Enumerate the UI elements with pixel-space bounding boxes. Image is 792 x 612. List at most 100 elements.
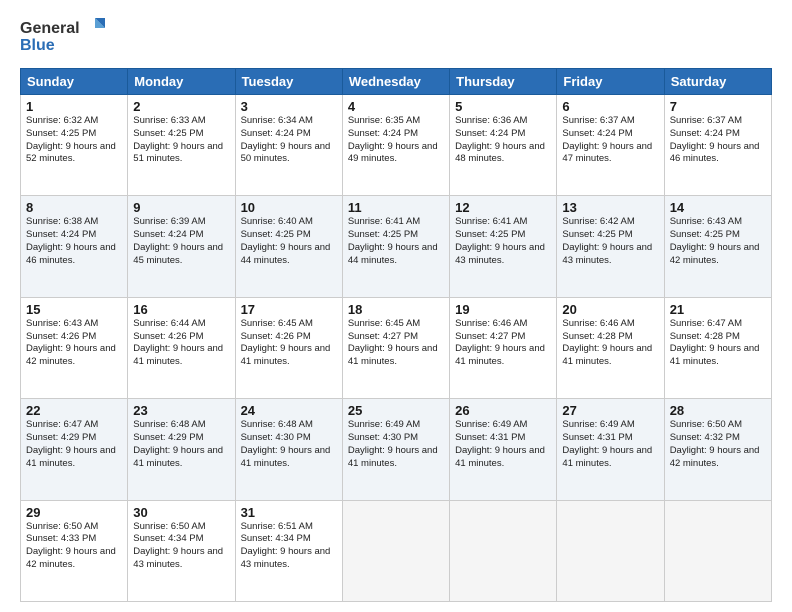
day-number: 31: [241, 505, 337, 520]
day-number: 6: [562, 99, 658, 114]
calendar-cell: 13 Sunrise: 6:42 AM Sunset: 4:25 PM Dayl…: [557, 196, 664, 297]
day-number: 23: [133, 403, 229, 418]
svg-text:General: General: [20, 20, 80, 37]
day-number: 7: [670, 99, 766, 114]
header: General Blue: [20, 16, 772, 58]
day-info: Sunrise: 6:48 AM Sunset: 4:30 PM Dayligh…: [241, 419, 337, 470]
day-info: Sunrise: 6:47 AM Sunset: 4:28 PM Dayligh…: [670, 318, 766, 369]
day-info: Sunrise: 6:49 AM Sunset: 4:30 PM Dayligh…: [348, 419, 444, 470]
day-info: Sunrise: 6:45 AM Sunset: 4:27 PM Dayligh…: [348, 318, 444, 369]
day-info: Sunrise: 6:37 AM Sunset: 4:24 PM Dayligh…: [670, 115, 766, 166]
day-number: 2: [133, 99, 229, 114]
logo: General Blue: [20, 16, 110, 58]
day-number: 1: [26, 99, 122, 114]
svg-text:Blue: Blue: [20, 37, 55, 54]
day-info: Sunrise: 6:46 AM Sunset: 4:27 PM Dayligh…: [455, 318, 551, 369]
column-header-wednesday: Wednesday: [342, 69, 449, 95]
calendar-cell: [450, 500, 557, 601]
calendar-cell: 14 Sunrise: 6:43 AM Sunset: 4:25 PM Dayl…: [664, 196, 771, 297]
day-info: Sunrise: 6:50 AM Sunset: 4:34 PM Dayligh…: [133, 521, 229, 572]
calendar-header-row: SundayMondayTuesdayWednesdayThursdayFrid…: [21, 69, 772, 95]
column-header-tuesday: Tuesday: [235, 69, 342, 95]
day-info: Sunrise: 6:50 AM Sunset: 4:32 PM Dayligh…: [670, 419, 766, 470]
calendar-cell: 18 Sunrise: 6:45 AM Sunset: 4:27 PM Dayl…: [342, 297, 449, 398]
week-row-5: 29 Sunrise: 6:50 AM Sunset: 4:33 PM Dayl…: [21, 500, 772, 601]
calendar-cell: 4 Sunrise: 6:35 AM Sunset: 4:24 PM Dayli…: [342, 95, 449, 196]
day-number: 11: [348, 200, 444, 215]
calendar-cell: 21 Sunrise: 6:47 AM Sunset: 4:28 PM Dayl…: [664, 297, 771, 398]
day-info: Sunrise: 6:32 AM Sunset: 4:25 PM Dayligh…: [26, 115, 122, 166]
calendar-cell: 27 Sunrise: 6:49 AM Sunset: 4:31 PM Dayl…: [557, 399, 664, 500]
day-info: Sunrise: 6:33 AM Sunset: 4:25 PM Dayligh…: [133, 115, 229, 166]
day-number: 3: [241, 99, 337, 114]
page: General Blue SundayMondayTuesdayWednesda…: [0, 0, 792, 612]
column-header-saturday: Saturday: [664, 69, 771, 95]
week-row-2: 8 Sunrise: 6:38 AM Sunset: 4:24 PM Dayli…: [21, 196, 772, 297]
day-number: 24: [241, 403, 337, 418]
day-number: 26: [455, 403, 551, 418]
logo-svg: General Blue: [20, 16, 110, 58]
day-info: Sunrise: 6:49 AM Sunset: 4:31 PM Dayligh…: [562, 419, 658, 470]
day-number: 29: [26, 505, 122, 520]
day-number: 20: [562, 302, 658, 317]
calendar-cell: 17 Sunrise: 6:45 AM Sunset: 4:26 PM Dayl…: [235, 297, 342, 398]
day-number: 5: [455, 99, 551, 114]
day-number: 14: [670, 200, 766, 215]
day-number: 12: [455, 200, 551, 215]
calendar-cell: 15 Sunrise: 6:43 AM Sunset: 4:26 PM Dayl…: [21, 297, 128, 398]
calendar-cell: 20 Sunrise: 6:46 AM Sunset: 4:28 PM Dayl…: [557, 297, 664, 398]
day-info: Sunrise: 6:48 AM Sunset: 4:29 PM Dayligh…: [133, 419, 229, 470]
day-info: Sunrise: 6:46 AM Sunset: 4:28 PM Dayligh…: [562, 318, 658, 369]
day-number: 4: [348, 99, 444, 114]
calendar-cell: 11 Sunrise: 6:41 AM Sunset: 4:25 PM Dayl…: [342, 196, 449, 297]
day-number: 30: [133, 505, 229, 520]
day-number: 21: [670, 302, 766, 317]
day-number: 9: [133, 200, 229, 215]
calendar-cell: [557, 500, 664, 601]
calendar-cell: 10 Sunrise: 6:40 AM Sunset: 4:25 PM Dayl…: [235, 196, 342, 297]
day-info: Sunrise: 6:37 AM Sunset: 4:24 PM Dayligh…: [562, 115, 658, 166]
day-info: Sunrise: 6:40 AM Sunset: 4:25 PM Dayligh…: [241, 216, 337, 267]
calendar-cell: 6 Sunrise: 6:37 AM Sunset: 4:24 PM Dayli…: [557, 95, 664, 196]
day-number: 18: [348, 302, 444, 317]
calendar-cell: 16 Sunrise: 6:44 AM Sunset: 4:26 PM Dayl…: [128, 297, 235, 398]
day-info: Sunrise: 6:36 AM Sunset: 4:24 PM Dayligh…: [455, 115, 551, 166]
day-number: 13: [562, 200, 658, 215]
week-row-4: 22 Sunrise: 6:47 AM Sunset: 4:29 PM Dayl…: [21, 399, 772, 500]
day-number: 8: [26, 200, 122, 215]
day-info: Sunrise: 6:47 AM Sunset: 4:29 PM Dayligh…: [26, 419, 122, 470]
day-info: Sunrise: 6:50 AM Sunset: 4:33 PM Dayligh…: [26, 521, 122, 572]
day-info: Sunrise: 6:35 AM Sunset: 4:24 PM Dayligh…: [348, 115, 444, 166]
day-number: 17: [241, 302, 337, 317]
day-info: Sunrise: 6:41 AM Sunset: 4:25 PM Dayligh…: [455, 216, 551, 267]
calendar-cell: 1 Sunrise: 6:32 AM Sunset: 4:25 PM Dayli…: [21, 95, 128, 196]
day-info: Sunrise: 6:43 AM Sunset: 4:26 PM Dayligh…: [26, 318, 122, 369]
day-info: Sunrise: 6:38 AM Sunset: 4:24 PM Dayligh…: [26, 216, 122, 267]
day-info: Sunrise: 6:34 AM Sunset: 4:24 PM Dayligh…: [241, 115, 337, 166]
week-row-1: 1 Sunrise: 6:32 AM Sunset: 4:25 PM Dayli…: [21, 95, 772, 196]
calendar-cell: 7 Sunrise: 6:37 AM Sunset: 4:24 PM Dayli…: [664, 95, 771, 196]
day-number: 10: [241, 200, 337, 215]
day-number: 15: [26, 302, 122, 317]
calendar-cell: 8 Sunrise: 6:38 AM Sunset: 4:24 PM Dayli…: [21, 196, 128, 297]
calendar-cell: 9 Sunrise: 6:39 AM Sunset: 4:24 PM Dayli…: [128, 196, 235, 297]
calendar-cell: 28 Sunrise: 6:50 AM Sunset: 4:32 PM Dayl…: [664, 399, 771, 500]
day-info: Sunrise: 6:42 AM Sunset: 4:25 PM Dayligh…: [562, 216, 658, 267]
day-number: 27: [562, 403, 658, 418]
calendar-cell: [664, 500, 771, 601]
calendar-cell: 30 Sunrise: 6:50 AM Sunset: 4:34 PM Dayl…: [128, 500, 235, 601]
day-info: Sunrise: 6:45 AM Sunset: 4:26 PM Dayligh…: [241, 318, 337, 369]
calendar-cell: [342, 500, 449, 601]
calendar-cell: 23 Sunrise: 6:48 AM Sunset: 4:29 PM Dayl…: [128, 399, 235, 500]
column-header-monday: Monday: [128, 69, 235, 95]
calendar-cell: 12 Sunrise: 6:41 AM Sunset: 4:25 PM Dayl…: [450, 196, 557, 297]
calendar-cell: 2 Sunrise: 6:33 AM Sunset: 4:25 PM Dayli…: [128, 95, 235, 196]
calendar-cell: 29 Sunrise: 6:50 AM Sunset: 4:33 PM Dayl…: [21, 500, 128, 601]
day-info: Sunrise: 6:43 AM Sunset: 4:25 PM Dayligh…: [670, 216, 766, 267]
day-info: Sunrise: 6:39 AM Sunset: 4:24 PM Dayligh…: [133, 216, 229, 267]
calendar-cell: 5 Sunrise: 6:36 AM Sunset: 4:24 PM Dayli…: [450, 95, 557, 196]
day-number: 28: [670, 403, 766, 418]
day-number: 22: [26, 403, 122, 418]
day-info: Sunrise: 6:49 AM Sunset: 4:31 PM Dayligh…: [455, 419, 551, 470]
day-info: Sunrise: 6:41 AM Sunset: 4:25 PM Dayligh…: [348, 216, 444, 267]
